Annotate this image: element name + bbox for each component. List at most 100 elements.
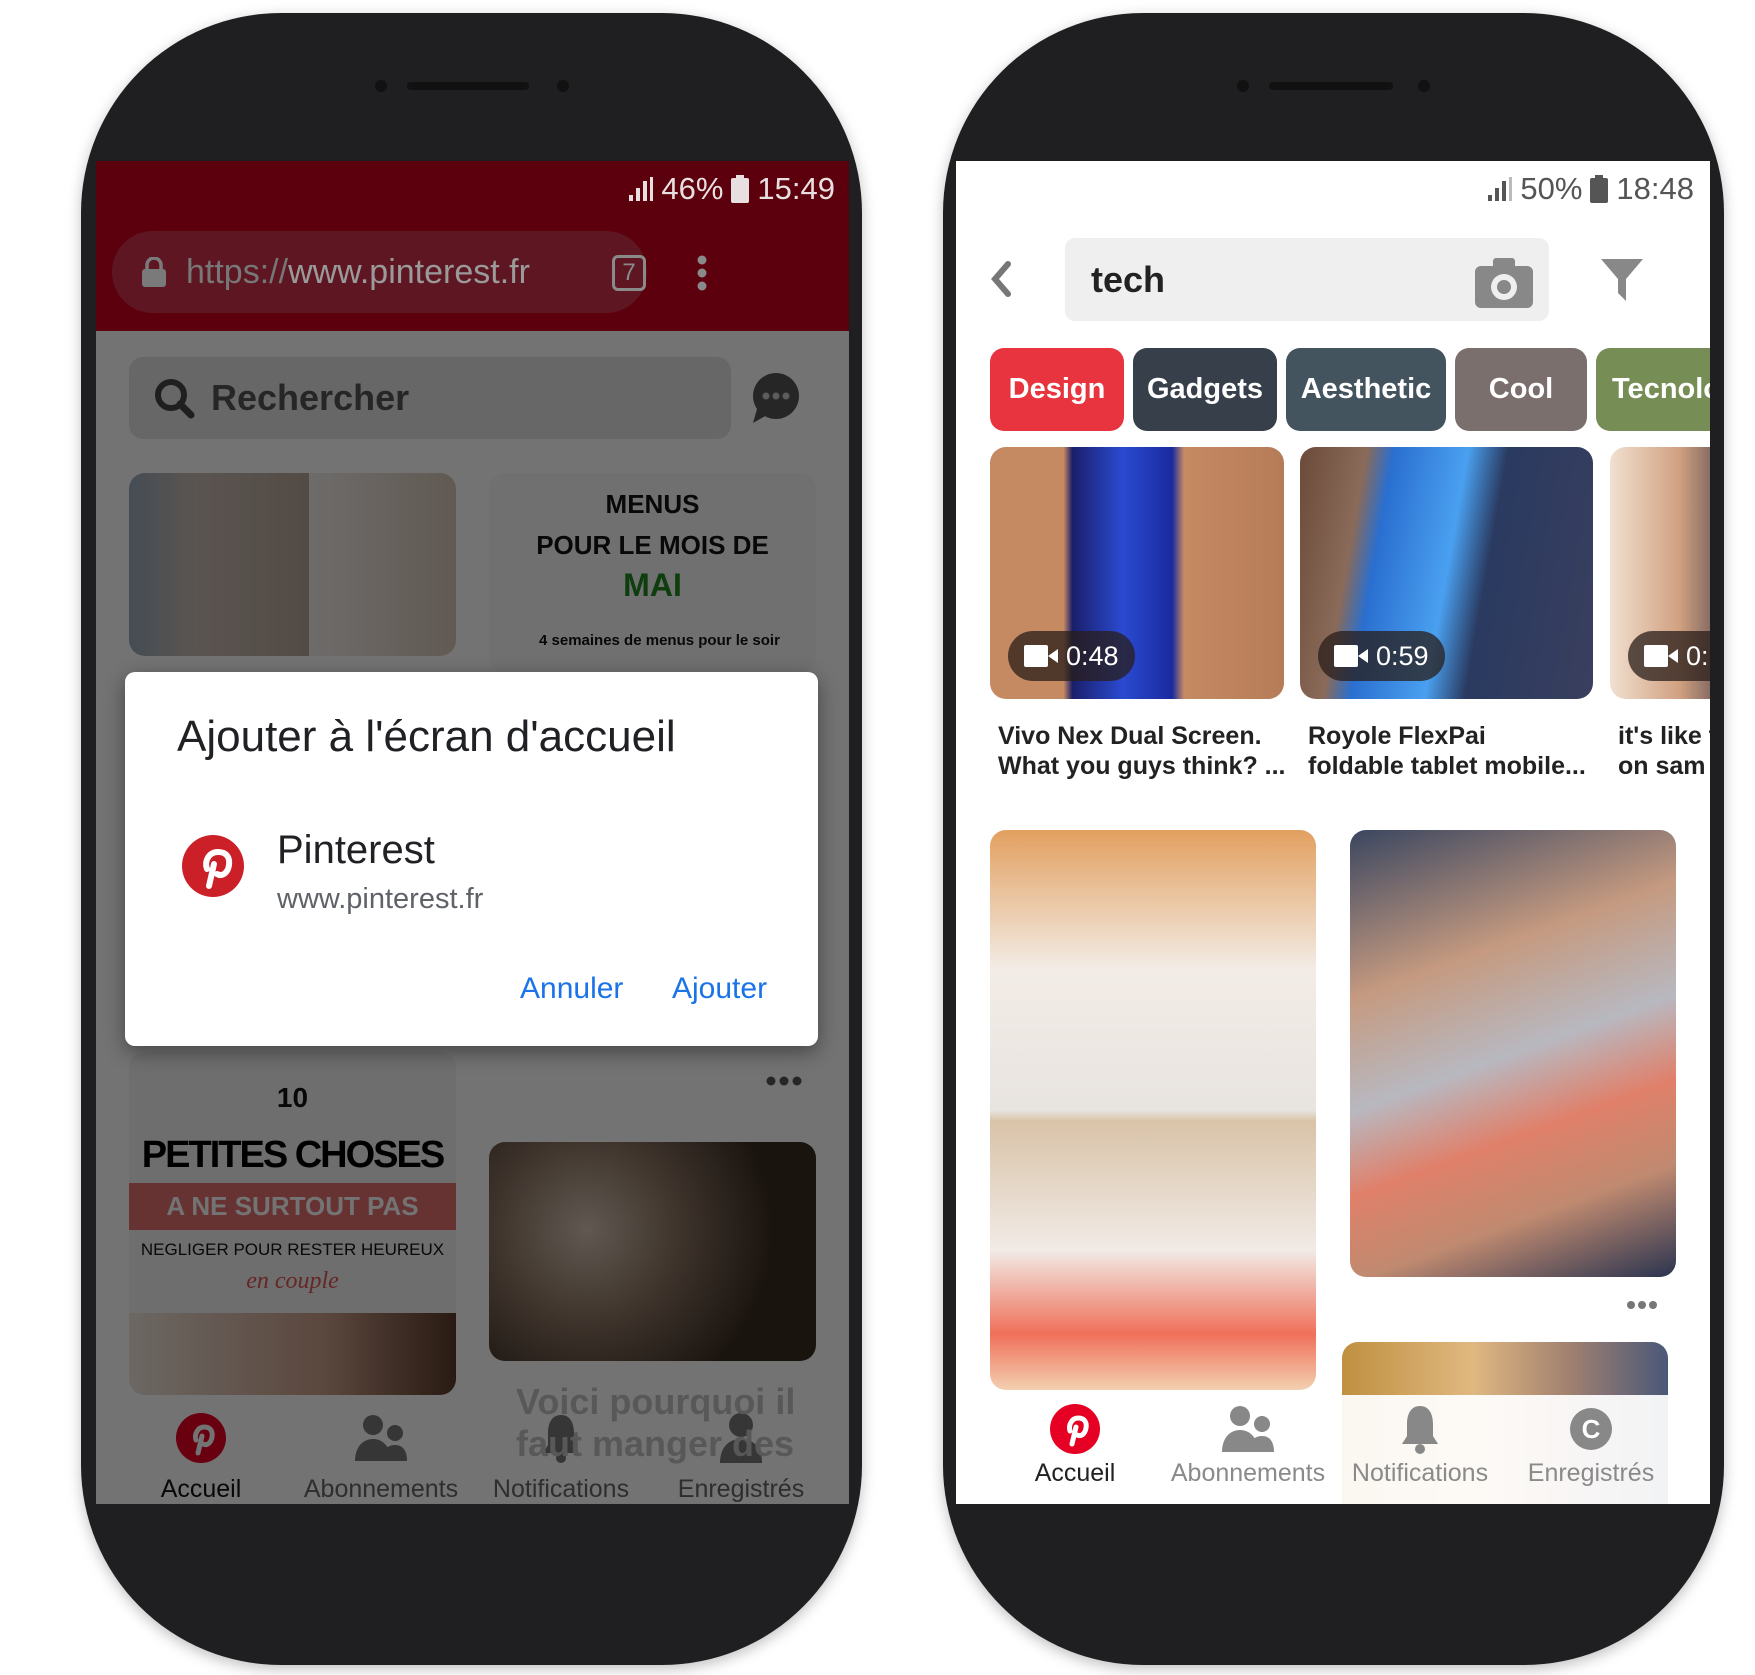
nav-accueil[interactable]: Accueil <box>1035 1459 1116 1488</box>
battery-icon <box>1590 175 1609 203</box>
sensor <box>375 80 387 92</box>
more-horizontal-icon[interactable] <box>766 1076 802 1086</box>
front-camera <box>557 80 569 92</box>
pin-text: en couple <box>246 1268 339 1294</box>
bottom-nav: C Accueil Abonnements Notifications Enre… <box>956 1395 1710 1504</box>
pin-image-couple <box>129 1313 456 1395</box>
video-pin[interactable]: 0:59 <box>1300 447 1593 699</box>
browser-toolbar: 46% 15:49 https://www.pinterest.fr 7 <box>96 161 849 331</box>
bell-icon[interactable] <box>541 1413 581 1463</box>
search-placeholder: Rechercher <box>211 377 410 418</box>
filter-icon[interactable] <box>1601 259 1643 301</box>
sensor <box>1237 80 1249 92</box>
messages-icon[interactable] <box>751 373 801 425</box>
bell-icon[interactable] <box>1400 1404 1440 1454</box>
nav-accueil[interactable]: Accueil <box>161 1475 242 1504</box>
clock: 18:48 <box>1616 171 1694 206</box>
pin-text: MENUS <box>605 489 700 519</box>
nav-notifications[interactable]: Notifications <box>493 1475 629 1504</box>
pin-image-rice[interactable] <box>129 473 456 656</box>
battery-percent: 46% <box>661 171 724 206</box>
signal-icon <box>629 177 654 201</box>
duration: 0:48 <box>1066 640 1119 671</box>
search-input[interactable]: Rechercher <box>129 357 731 439</box>
video-pin[interactable]: 0:1 <box>1610 447 1710 699</box>
app-name: Pinterest <box>277 828 435 872</box>
pin-text: 10 <box>276 1082 309 1113</box>
nav-enregistres[interactable]: Enregistrés <box>678 1475 804 1504</box>
pin-text: NEGLIGER POUR RESTER HEUREUX <box>140 1240 445 1259</box>
speaker <box>1269 82 1393 90</box>
nav-enregistres[interactable]: Enregistrés <box>1528 1459 1654 1488</box>
pin-image-skin-projector[interactable] <box>1350 830 1676 1277</box>
pin-image-power-banks[interactable] <box>990 830 1316 1390</box>
url-scheme: https:// <box>186 252 289 291</box>
tab-count-button[interactable]: 7 <box>612 255 646 291</box>
pin-text: PETITES CHOSES <box>141 1134 445 1176</box>
nav-abonnements[interactable]: Abonnements <box>304 1475 458 1504</box>
more-vert-icon[interactable] <box>696 255 708 291</box>
url-bar[interactable]: https://www.pinterest.fr <box>112 231 647 313</box>
chip-tecnologia[interactable]: Tecnolo <box>1596 348 1710 431</box>
right-screen: 50% 18:48 tech Design Gadgets Aesthetic … <box>956 161 1710 1504</box>
speaker <box>407 82 529 90</box>
duration: 0:59 <box>1376 640 1429 671</box>
pin-text: A NE SURTOUT PAS <box>129 1183 456 1230</box>
lock-icon <box>142 257 166 287</box>
pinterest-logo-icon[interactable] <box>176 1413 226 1463</box>
video-pin[interactable]: 0:48 <box>990 447 1284 699</box>
app-url: www.pinterest.fr <box>277 883 484 915</box>
back-chevron-icon[interactable] <box>990 261 1012 297</box>
svg-text:C: C <box>1582 1414 1601 1444</box>
search-query: tech <box>1091 258 1166 300</box>
nav-abonnements[interactable]: Abonnements <box>1171 1459 1325 1488</box>
pin-caption[interactable]: it's like ton sam a <box>1618 721 1710 781</box>
camera-icon[interactable] <box>1475 258 1533 308</box>
pin-text: POUR LE MOIS DE <box>536 530 769 560</box>
pin-text: 4 semaines de menus pour le soir <box>539 632 780 649</box>
pin-menus-mai[interactable]: MENUS POUR LE MOIS DE MAI 4 semaines de … <box>489 473 816 673</box>
caption-line: it's like t <box>1618 722 1710 750</box>
nav-notifications[interactable]: Notifications <box>1352 1459 1488 1488</box>
pin-image-cashews[interactable] <box>489 1142 816 1361</box>
caption-line: What you guys think? ... <box>998 752 1286 780</box>
video-camera-icon <box>1644 645 1678 667</box>
cancel-button[interactable]: Annuler <box>520 972 623 1006</box>
more-horizontal-icon[interactable] <box>1627 1300 1657 1310</box>
pin-caption[interactable]: Vivo Nex Dual Screen. What you guys think… <box>998 721 1286 781</box>
video-duration-badge: 0:1 <box>1628 631 1710 681</box>
caption-line: Vivo Nex Dual Screen. <box>998 722 1262 750</box>
chip-cool[interactable]: Cool <box>1455 348 1587 431</box>
person-icon[interactable] <box>720 1413 762 1463</box>
people-icon[interactable] <box>1222 1406 1274 1452</box>
pinterest-logo-icon[interactable] <box>1050 1404 1100 1454</box>
url-host: www.pinterest.fr <box>288 252 530 291</box>
video-duration-badge: 0:59 <box>1318 631 1445 681</box>
caption-line: Royole FlexPai <box>1308 722 1486 750</box>
video-duration-badge: 0:48 <box>1008 631 1135 681</box>
left-screen: 46% 15:49 https://www.pinterest.fr 7 Rec… <box>96 161 849 1504</box>
pinterest-logo-icon <box>182 835 244 897</box>
pin-petites-choses[interactable]: 10 PETITES CHOSES A NE SURTOUT PAS NEGLI… <box>129 1052 456 1395</box>
battery-icon <box>731 175 750 203</box>
add-button[interactable]: Ajouter <box>672 972 767 1006</box>
chip-gadgets[interactable]: Gadgets <box>1133 348 1277 431</box>
chip-aesthetic[interactable]: Aesthetic <box>1286 348 1446 431</box>
saved-c-icon[interactable]: C <box>1569 1407 1613 1451</box>
status-bar: 50% 18:48 <box>1486 171 1694 207</box>
chip-design[interactable]: Design <box>990 348 1124 431</box>
pin-text: MAI <box>623 567 682 603</box>
front-camera <box>1418 80 1430 92</box>
search-icon <box>155 379 195 419</box>
video-camera-icon <box>1024 645 1058 667</box>
status-bar: 46% 15:49 <box>627 171 835 207</box>
pin-caption[interactable]: Royole FlexPai foldable tablet mobile... <box>1308 721 1586 781</box>
signal-icon <box>1488 177 1513 201</box>
add-to-home-dialog: Ajouter à l'écran d'accueil Pinterest ww… <box>125 672 818 1046</box>
battery-percent: 50% <box>1520 171 1583 206</box>
people-icon[interactable] <box>355 1415 407 1461</box>
video-camera-icon <box>1334 645 1368 667</box>
dialog-title: Ajouter à l'écran d'accueil <box>177 712 676 761</box>
bottom-nav: Accueil Abonnements Notifications Enregi… <box>96 1395 849 1504</box>
caption-line: on sam a <box>1618 752 1710 780</box>
